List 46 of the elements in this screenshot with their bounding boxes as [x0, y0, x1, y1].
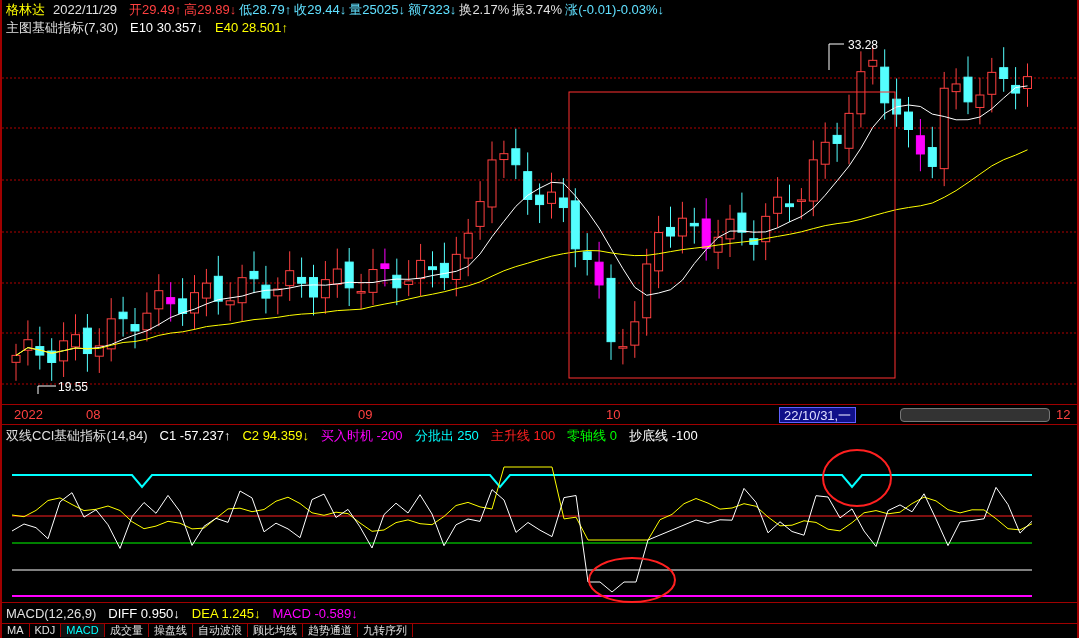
indicator-value: 低28.79↑: [239, 2, 292, 16]
axis-label: 2022: [14, 406, 43, 424]
indicator-value: 买入时机 -200: [320, 428, 403, 442]
indicator-value: E10 30.357↓: [129, 20, 203, 34]
indicator-tab[interactable]: MA: [2, 624, 30, 637]
axis-label: 08: [86, 406, 101, 424]
indicator-tab[interactable]: 顾比均线: [247, 624, 303, 637]
indicator-value: MACD -0.589↓: [272, 606, 358, 620]
axis-label: 10: [606, 406, 621, 424]
date-text: 2022/11/29: [53, 2, 118, 16]
indicator-value: 换2.17%: [459, 2, 510, 16]
indicator-name: 主图基础指标(7,30): [6, 20, 118, 34]
indicator-value: 抄底线 -100: [629, 428, 698, 442]
indicator-tab[interactable]: 操盘线: [148, 624, 193, 637]
cursor-date-label: 22/10/31,一: [779, 407, 857, 423]
indicator-value: 高29.89↓: [184, 2, 237, 16]
indicator-value: 开29.49↑: [129, 2, 182, 16]
indicator-value: 零轴线 0: [567, 428, 617, 442]
stock-name: 格林达: [6, 2, 45, 16]
indicator-tab[interactable]: MACD: [61, 624, 105, 637]
indicator-value: DEA 1.245↓: [191, 606, 261, 620]
indicator-value: 主升线 100: [490, 428, 556, 442]
indicator-value: C2 94.359↓: [242, 428, 309, 442]
low-price-label: 19.55: [58, 380, 89, 394]
scrollbar[interactable]: [900, 408, 1050, 422]
indicator-value: E40 28.501↑: [215, 20, 288, 34]
indicator-tab[interactable]: 成交量: [104, 624, 149, 637]
indicator-tab[interactable]: 趋势通道: [302, 624, 358, 637]
indicator-value: 收29.44↓: [294, 2, 347, 16]
indicator-value: 分批出 250: [414, 428, 479, 442]
indicator-tab[interactable]: 自动波浪: [192, 624, 248, 637]
indicator-value: 额7323↓: [407, 2, 457, 16]
leader-line: [828, 43, 845, 71]
axis-label: 09: [358, 406, 373, 424]
indicator-value: 量25025↓: [349, 2, 405, 16]
indicator-value: 振3.74%: [512, 2, 563, 16]
indicator-value: C1 -57.237↑: [159, 428, 231, 442]
high-price-label: 33.28: [848, 38, 879, 52]
indicator-name: 双线CCI基础指标(14,84): [6, 428, 148, 442]
indicator-value: DIFF 0.950↓: [108, 606, 180, 620]
axis-label: 12: [1056, 406, 1071, 424]
indicator-name: MACD(12,26,9): [6, 606, 97, 620]
highlight-circle: [822, 449, 892, 507]
leader-line: [37, 385, 57, 395]
indicator-tab[interactable]: 九转序列: [357, 624, 413, 637]
indicator-value: 涨(-0.01)-0.03%↓: [565, 2, 665, 16]
